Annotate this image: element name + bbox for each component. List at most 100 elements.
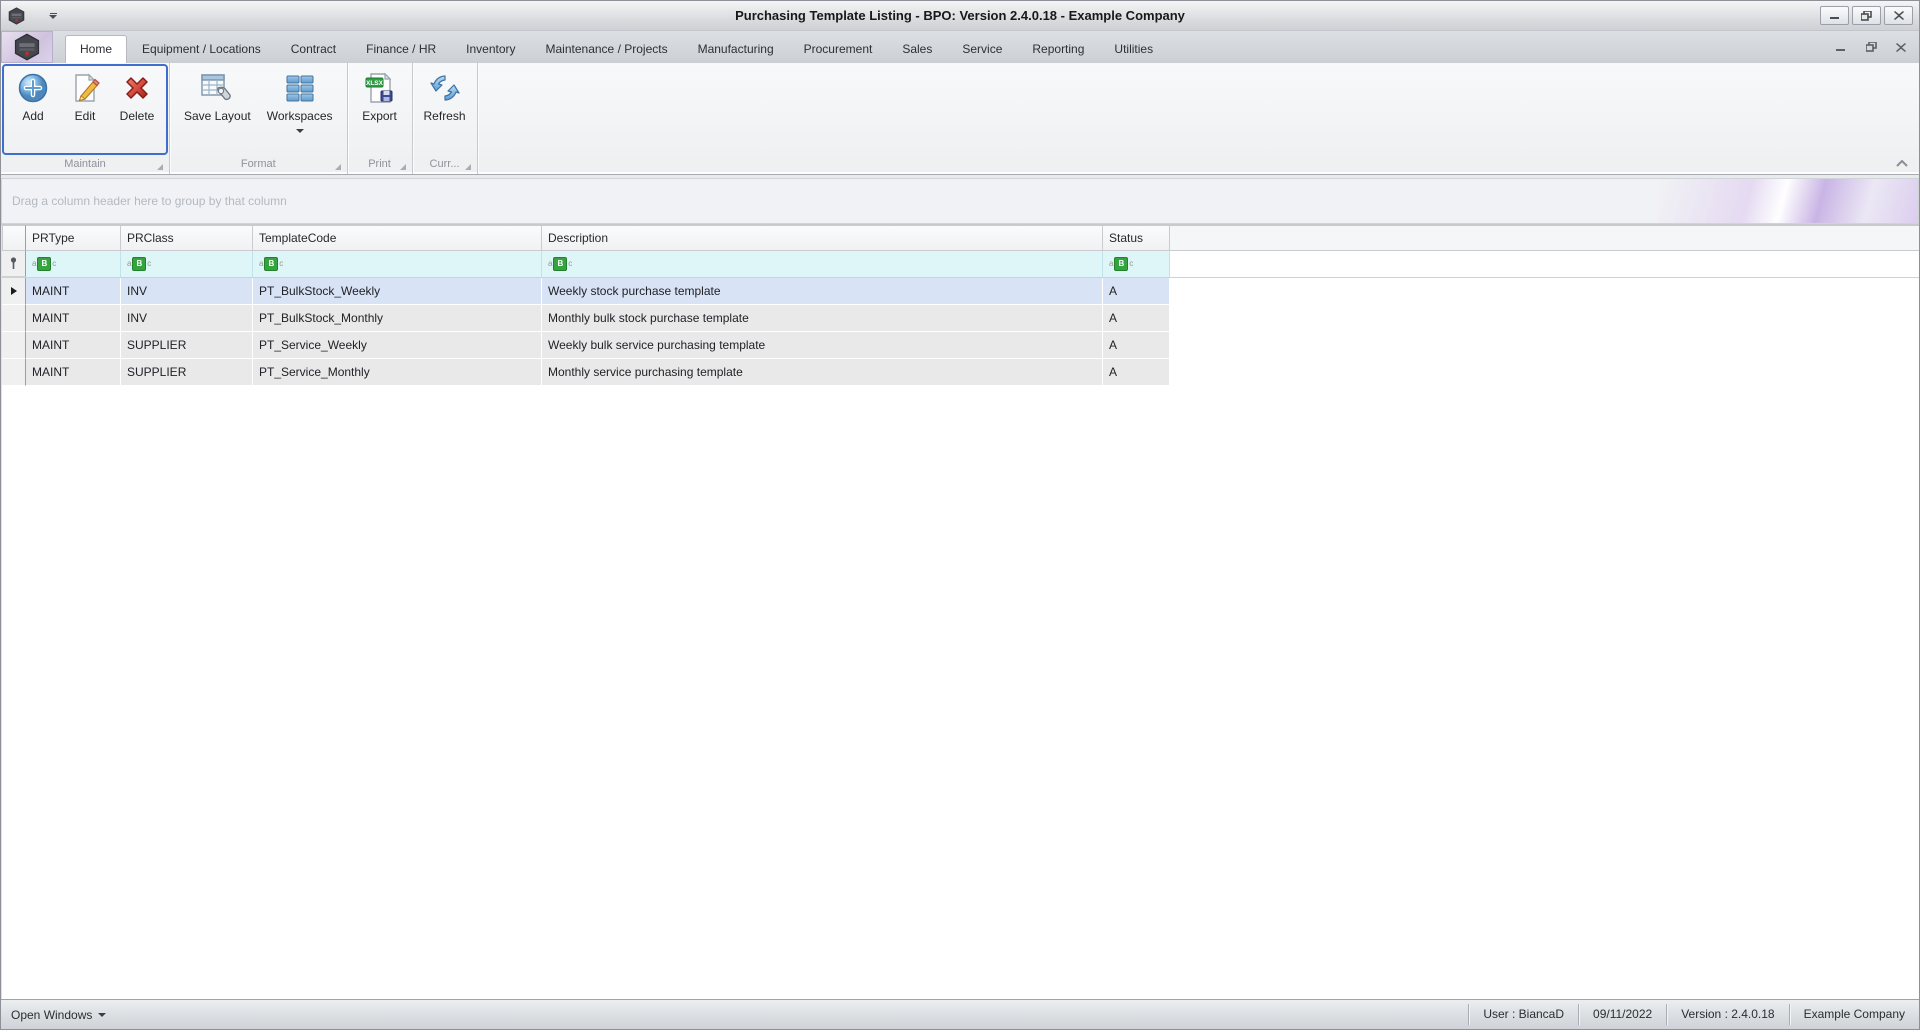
add-icon [18,73,48,103]
band-decoration [1658,179,1918,223]
tab-service[interactable]: Service [947,35,1017,63]
table-row[interactable]: MAINT SUPPLIER PT_Service_Monthly Monthly s… [2,359,1919,386]
column-header-description[interactable]: Description [542,225,1103,251]
tab-manufacturing[interactable]: Manufacturing [683,35,789,63]
filter-cell-templatecode[interactable]: aBc [253,251,542,277]
ribbon-collapse-chevron-icon[interactable] [1893,156,1911,170]
save-layout-button-label: Save Layout [184,109,251,123]
save-layout-icon [201,74,232,101]
table-row[interactable]: MAINT INV PT_BulkStock_Monthly Monthly bulk… [2,305,1919,332]
cell-prtype[interactable]: MAINT [26,332,121,359]
cell-prclass[interactable]: SUPPLIER [121,359,253,386]
table-row[interactable]: MAINT INV PT_BulkStock_Weekly Weekly stock … [2,278,1919,305]
cell-status[interactable]: A [1103,359,1170,386]
current-dialog-launcher[interactable] [464,164,471,170]
maintain-dialog-launcher[interactable] [157,164,163,170]
tab-maintenance-projects[interactable]: Maintenance / Projects [531,35,683,63]
tab-inventory[interactable]: Inventory [451,35,530,63]
abc-filter-icon: aBc [32,257,56,271]
row-indicator[interactable] [2,332,26,359]
ribbon-group-label-maintain: Maintain [3,154,167,174]
open-windows-dropdown[interactable]: Open Windows [1,1008,116,1022]
data-grid: PRType PRClass TemplateCode Description Stat… [1,225,1919,999]
cell-status[interactable]: A [1103,332,1170,359]
column-header-prclass[interactable]: PRClass [121,225,253,251]
export-button[interactable]: XLSX Export [354,67,406,123]
cell-prtype[interactable]: MAINT [26,278,121,305]
tab-equipment-locations[interactable]: Equipment / Locations [127,35,276,63]
cell-description[interactable]: Weekly stock purchase template [542,278,1103,305]
app-logo-icon [8,6,25,25]
export-xlsx-icon: XLSX [365,72,393,103]
cell-templatecode[interactable]: PT_Service_Weekly [253,332,542,359]
cell-prclass[interactable]: SUPPLIER [121,332,253,359]
print-dialog-launcher[interactable] [399,164,406,170]
row-indicator[interactable] [2,359,26,386]
cell-templatecode[interactable]: PT_BulkStock_Monthly [253,305,542,332]
cell-prtype[interactable]: MAINT [26,305,121,332]
cell-status[interactable]: A [1103,305,1170,332]
selected-row-indicator[interactable] [2,278,26,305]
cell-prclass[interactable]: INV [121,305,253,332]
add-button[interactable]: Add [7,67,59,123]
filter-cell-status[interactable]: aBc [1103,251,1170,277]
group-by-panel[interactable]: Drag a column header here to group by th… [1,178,1919,224]
cell-templatecode[interactable]: PT_Service_Monthly [253,359,542,386]
workspaces-button[interactable]: Workspaces [259,67,341,133]
filter-row-pin-icon[interactable] [2,251,26,277]
status-bar: Open Windows User : BiancaD 09/11/2022 V… [1,999,1919,1029]
edit-button[interactable]: Edit [59,67,111,123]
cell-prtype[interactable]: MAINT [26,359,121,386]
mdi-restore-button[interactable] [1863,40,1879,54]
row-indicator[interactable] [2,305,26,332]
cell-description[interactable]: Monthly bulk stock purchase template [542,305,1103,332]
mdi-minimize-button[interactable] [1833,40,1849,54]
filter-cell-prclass[interactable]: aBc [121,251,253,277]
cell-description[interactable]: Weekly bulk service purchasing template [542,332,1103,359]
abc-filter-icon: aBc [548,257,572,271]
refresh-icon [429,75,460,101]
workspaces-icon [286,75,314,102]
workspaces-dropdown-arrow [295,129,304,133]
mdi-close-button[interactable] [1893,40,1909,54]
export-button-label: Export [362,109,397,123]
column-header-prtype[interactable]: PRType [26,225,121,251]
tab-reporting[interactable]: Reporting [1017,35,1099,63]
save-layout-button[interactable]: Save Layout [176,67,259,123]
window-title: Purchasing Template Listing - BPO: Versi… [735,8,1185,23]
status-user: User : BiancaD [1468,1004,1578,1025]
tab-home[interactable]: Home [65,35,128,63]
close-button[interactable] [1884,6,1913,25]
minimize-button[interactable] [1820,6,1849,25]
tab-sales[interactable]: Sales [887,35,947,63]
restore-button[interactable] [1852,6,1881,25]
delete-icon [126,77,148,99]
delete-button[interactable]: Delete [111,67,163,123]
filter-cell-description[interactable]: aBc [542,251,1103,277]
ribbon-group-format: Save Layout Workspaces Format [170,63,348,174]
column-header-status[interactable]: Status [1103,225,1170,251]
column-header-templatecode[interactable]: TemplateCode [253,225,542,251]
quick-access-dropdown[interactable] [47,12,59,19]
cell-description[interactable]: Monthly service purchasing template [542,359,1103,386]
header-indicator-cell [2,225,26,251]
refresh-button-label: Refresh [423,109,466,123]
group-by-hint: Drag a column header here to group by th… [12,194,287,208]
filter-cell-prtype[interactable]: aBc [26,251,121,277]
edit-button-label: Edit [74,109,96,123]
tab-utilities[interactable]: Utilities [1099,35,1168,63]
header-filler-cell [1170,225,1919,251]
cell-status[interactable]: A [1103,278,1170,305]
table-row[interactable]: MAINT SUPPLIER PT_Service_Weekly Weekly bul… [2,332,1919,359]
cell-templatecode[interactable]: PT_BulkStock_Weekly [253,278,542,305]
app-window: Purchasing Template Listing - BPO: Versi… [0,0,1920,1030]
tab-contract[interactable]: Contract [276,35,351,63]
refresh-button[interactable]: Refresh [419,67,471,123]
format-dialog-launcher[interactable] [334,164,341,170]
workspaces-button-label: Workspaces [266,109,333,123]
tab-finance-hr[interactable]: Finance / HR [351,35,451,63]
tab-procurement[interactable]: Procurement [789,35,888,63]
cell-prclass[interactable]: INV [121,278,253,305]
application-button[interactable] [1,31,53,63]
ribbon-tabs: Home Equipment / Locations Contract Finance… [65,31,1168,63]
